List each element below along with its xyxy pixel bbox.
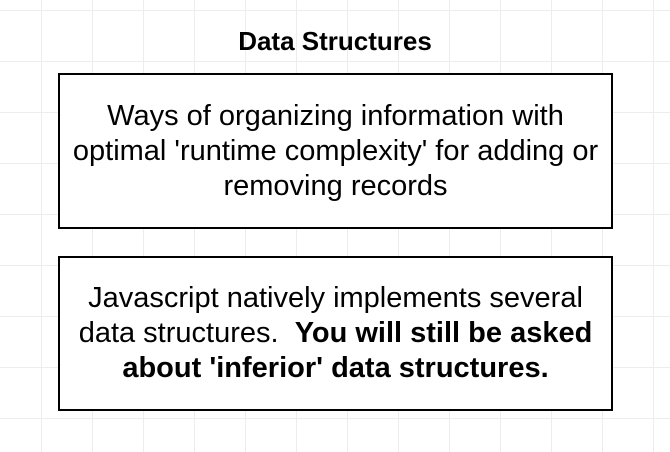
- note-text: Javascript natively implements several d…: [68, 281, 603, 386]
- diagram-title: Data Structures: [238, 26, 432, 56]
- definition-text: Ways of organizing information with opti…: [72, 99, 599, 202]
- note-box: Javascript natively implements several d…: [58, 256, 613, 411]
- definition-box: Ways of organizing information with opti…: [58, 73, 613, 229]
